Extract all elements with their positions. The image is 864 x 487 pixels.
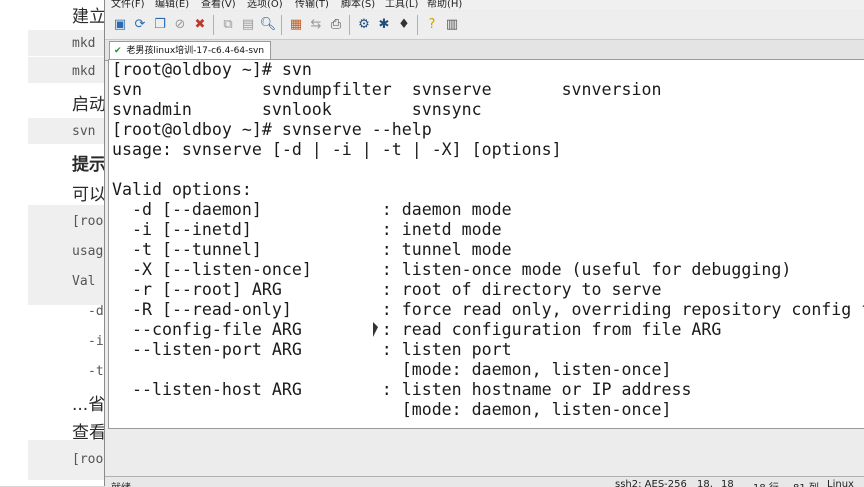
menu-script[interactable]: 脚本(S) — [341, 0, 375, 10]
transfer-icon[interactable]: ⇆ — [307, 15, 325, 33]
script-icon[interactable]: ♦ — [395, 15, 413, 33]
terminal-line: [mode: daemon, listen-once] — [112, 400, 672, 419]
bg-doc-line: -t — [88, 364, 104, 379]
bg-doc-line: 可以 — [72, 185, 104, 205]
menu-file[interactable]: 文件(F) — [111, 0, 145, 10]
bg-doc-line: 提示 — [72, 155, 104, 175]
bg-doc-line: mkd — [72, 36, 96, 51]
bg-doc-line: ...省 — [72, 395, 104, 415]
help-icon[interactable]: ? — [423, 15, 441, 33]
bg-doc-line: 启动 — [72, 95, 104, 115]
bg-doc-line: -d — [88, 304, 104, 319]
print-icon[interactable]: ⎙ — [327, 15, 345, 33]
menu-view[interactable]: 查看(V) — [201, 0, 236, 10]
about-icon[interactable]: ▥ — [443, 15, 461, 33]
bg-doc-line: mkd — [72, 64, 96, 79]
terminal-line: usage: svnserve [-d | -i | -t | -X] [opt… — [112, 140, 562, 159]
terminal-line: [root@oldboy ~]# svn — [112, 60, 312, 79]
duplicate-icon[interactable]: ❐ — [151, 15, 169, 33]
new-session-icon[interactable]: ▣ — [111, 15, 129, 33]
bg-doc-line: [roo — [72, 214, 104, 229]
menu-edit[interactable]: 编辑(E) — [155, 0, 189, 10]
find-icon[interactable]: 🔍︎ — [259, 15, 277, 33]
menu-bar: 文件(F) 编辑(E) 查看(V) 选项(O) 传输(T) 脚本(S) 工具(L… — [105, 0, 864, 10]
background-document: 建立 mkd mkd 启动 svn 提示 可以 [roo usag Val -d… — [0, 0, 104, 486]
toolbar-separator — [213, 15, 214, 35]
terminal-line: Valid options: — [112, 180, 252, 199]
terminal-line: --config-file ARG : read configuration f… — [112, 320, 722, 339]
reconnect-icon[interactable]: ⟳ — [131, 15, 149, 33]
bg-doc-line: Val — [72, 274, 96, 289]
terminal-output[interactable]: [root@oldboy ~]# svn svn svndumpfilter s… — [108, 59, 864, 429]
menu-tools[interactable]: 工具(L) — [385, 0, 418, 10]
toolbar-separator — [281, 15, 282, 35]
terminal-line: -R [--read-only] : force read only, over… — [112, 300, 864, 319]
mouse-pointer-icon — [373, 322, 378, 337]
tab-bar: ✔ 老男孩linux培训-17-c6.4-64-svn — [105, 40, 864, 61]
terminal-line: -r [--root] ARG : root of directory to s… — [112, 280, 662, 299]
terminal-line: svn svndumpfilter svnserve svnversion — [112, 80, 662, 99]
terminal-line: -i [--inetd] : inetd mode — [112, 220, 502, 239]
menu-transfer[interactable]: 传输(T) — [295, 0, 329, 10]
terminal-line: --listen-port ARG : listen port — [112, 340, 512, 359]
bg-doc-line: 建立 — [72, 7, 104, 27]
toolbar-separator — [417, 15, 418, 35]
toolbar: ▣ ⟳ ❐ ⊘ ✖ ⧉ ▤ 🔍︎ ▦ ⇆ ⎙ ⚙ ✱ ♦ ? ▥ — [105, 11, 864, 40]
copy-icon[interactable]: ⧉ — [219, 15, 237, 33]
menu-options[interactable]: 选项(O) — [247, 0, 283, 10]
status-bar: 就绪 ssh2: AES-256 18, 18 18 行, 81 列 Linux — [105, 476, 864, 487]
bg-doc-line: usag — [72, 244, 104, 259]
terminal-line: -X [--listen-once] : listen-once mode (u… — [112, 260, 792, 279]
terminal-line: [mode: daemon, listen-once] — [112, 360, 672, 379]
terminal-window: 文件(F) 编辑(E) 查看(V) 选项(O) 传输(T) 脚本(S) 工具(L… — [104, 0, 864, 487]
toolbar-separator — [349, 15, 350, 35]
tab-label: 老男孩linux培训-17-c6.4-64-svn — [126, 46, 265, 56]
paste-icon[interactable]: ▤ — [239, 15, 257, 33]
session-status-icon: ✔ — [114, 46, 122, 56]
disconnect-icon[interactable]: ⊘ — [171, 15, 189, 33]
close-session-icon[interactable]: ✖ — [191, 15, 209, 33]
sftp-icon[interactable]: ▦ — [287, 15, 305, 33]
terminal-line: -t [--tunnel] : tunnel mode — [112, 240, 512, 259]
tab-session[interactable]: ✔ 老男孩linux培训-17-c6.4-64-svn — [109, 41, 272, 60]
keymap-icon[interactable]: ✱ — [375, 15, 393, 33]
bg-doc-line: svn — [72, 124, 96, 139]
terminal-line: [root@oldboy ~]# svnserve --help — [112, 120, 432, 139]
bg-doc-line: -i — [88, 334, 104, 349]
terminal-line: svnadmin svnlook svnsync — [112, 100, 482, 119]
bg-doc-line: 查看 — [72, 423, 104, 443]
terminal-line: --listen-host ARG : listen hostname or I… — [112, 380, 692, 399]
terminal-line: -d [--daemon] : daemon mode — [112, 200, 512, 219]
options-icon[interactable]: ⚙ — [355, 15, 373, 33]
bg-doc-line: [roo — [72, 452, 104, 467]
menu-help[interactable]: 帮助(H) — [427, 0, 462, 10]
